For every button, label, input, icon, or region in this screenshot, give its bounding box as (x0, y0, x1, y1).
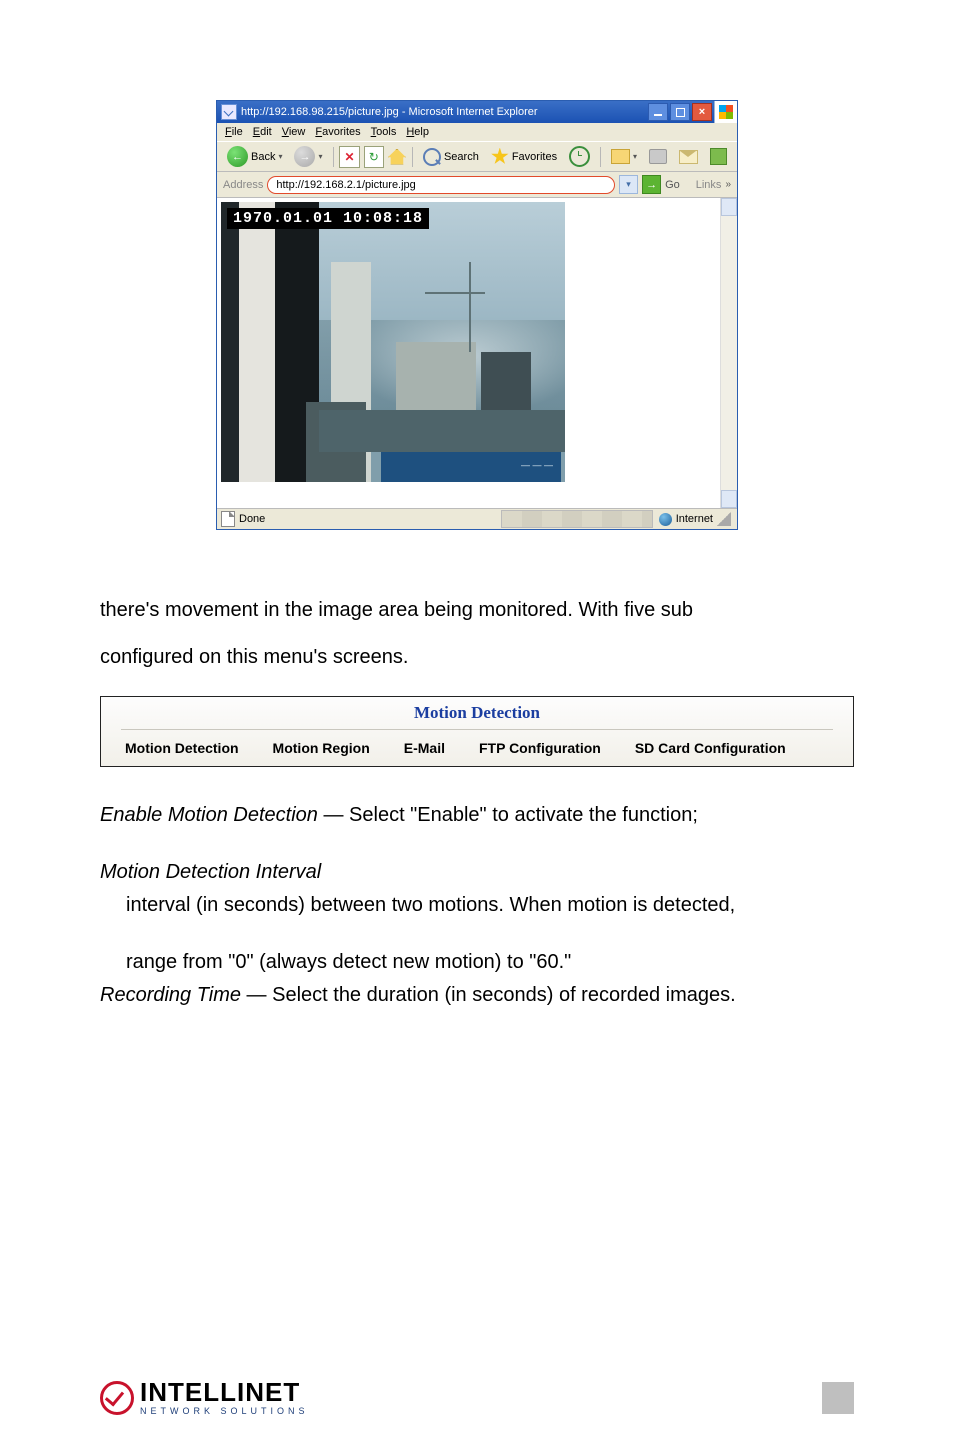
ie-statusbar: Done Internet (217, 508, 737, 529)
address-value: http://192.168.2.1/picture.jpg (276, 179, 415, 191)
globe-icon (659, 513, 672, 526)
go-button[interactable]: → (642, 175, 661, 194)
puzzle-icon (710, 148, 727, 165)
printer-icon (649, 149, 667, 164)
snapshot-timestamp: 1970.01.01 10:08:18 (227, 208, 429, 229)
window-close-button[interactable]: × (692, 103, 712, 121)
page-number-block (822, 1382, 854, 1414)
forward-button[interactable]: ▾ (290, 145, 326, 168)
paragraph: Enable Motion Detection — Select "Enable… (100, 795, 854, 836)
mail-icon (679, 150, 698, 164)
separator (600, 147, 601, 167)
tab-motion-detection[interactable]: Motion Detection (125, 740, 239, 756)
ie-title-text: http://192.168.98.215/picture.jpg - Micr… (241, 106, 648, 118)
home-icon (388, 149, 406, 165)
go-label: Go (665, 179, 680, 191)
logo-mark-icon (100, 1381, 134, 1415)
tab-ftp-configuration[interactable]: FTP Configuration (479, 740, 601, 756)
mail-button[interactable] (675, 149, 702, 165)
address-input[interactable]: http://192.168.2.1/picture.jpg (267, 176, 615, 194)
history-icon (569, 146, 590, 167)
folder-icon (611, 149, 630, 164)
panel-tabs: Motion Detection Motion Region E-Mail FT… (101, 730, 853, 766)
window-maximize-button[interactable] (670, 103, 690, 121)
status-zone: Internet (676, 513, 713, 525)
menu-tools[interactable]: Tools (371, 126, 397, 138)
panel-heading: Motion Detection (101, 697, 853, 725)
ie-menubar: File Edit View Favorites Tools Help (217, 123, 737, 141)
page-footer: INTELLINET NETWORK SOLUTIONS (0, 1379, 954, 1416)
separator (412, 147, 413, 167)
camera-snapshot: — — — 1970.01.01 10:08:18 (221, 202, 565, 482)
print-button[interactable] (645, 148, 671, 165)
address-label: Address (223, 179, 263, 191)
back-icon (227, 146, 248, 167)
ie-window: http://192.168.98.215/picture.jpg - Micr… (216, 100, 738, 530)
links-label: Links (696, 179, 722, 191)
forward-icon (294, 146, 315, 167)
ie-addressbar: Address http://192.168.2.1/picture.jpg ▾… (217, 172, 737, 198)
refresh-button[interactable]: ↻ (364, 146, 384, 168)
folders-button[interactable]: ▾ (607, 148, 641, 165)
history-button[interactable] (565, 145, 594, 168)
motion-detection-panel: Motion Detection Motion Detection Motion… (100, 696, 854, 767)
search-button[interactable]: Search (419, 147, 483, 167)
search-icon (423, 148, 441, 166)
chevron-down-icon: ▾ (278, 152, 282, 161)
brand-logo: INTELLINET NETWORK SOLUTIONS (100, 1379, 309, 1416)
menu-help[interactable]: Help (406, 126, 429, 138)
links-chevron-icon[interactable]: » (725, 179, 731, 190)
menu-file[interactable]: File (225, 126, 243, 138)
menu-view[interactable]: View (282, 126, 306, 138)
stop-button[interactable]: ✕ (339, 146, 359, 168)
star-icon (491, 148, 509, 166)
menu-edit[interactable]: Edit (253, 126, 272, 138)
paragraph: configured on this menu's screens. (100, 637, 854, 678)
resize-grip-icon (717, 512, 731, 526)
ie-brand-icon (714, 101, 737, 123)
logo-word: INTELLINET (140, 1379, 309, 1405)
status-done: Done (239, 513, 265, 525)
paragraph-block: Motion Detection Interval interval (in s… (100, 858, 854, 1010)
home-button[interactable] (388, 147, 406, 167)
favorites-button[interactable]: Favorites (487, 147, 561, 167)
ie-titlebar: http://192.168.98.215/picture.jpg - Micr… (217, 101, 714, 123)
page-icon (221, 511, 235, 527)
ie-app-icon (221, 104, 237, 120)
chevron-down-icon: ▾ (318, 152, 322, 161)
vertical-scrollbar[interactable] (720, 198, 737, 508)
tab-sd-card-configuration[interactable]: SD Card Configuration (635, 740, 786, 756)
menu-favorites[interactable]: Favorites (315, 126, 360, 138)
status-progress (501, 510, 653, 528)
ie-toolbar: Back ▾ ▾ ✕ ↻ Search Favorites ▾ (217, 141, 737, 172)
logo-subtitle: NETWORK SOLUTIONS (140, 1407, 309, 1416)
window-minimize-button[interactable] (648, 103, 668, 121)
tab-motion-region[interactable]: Motion Region (273, 740, 370, 756)
tab-email[interactable]: E-Mail (404, 740, 445, 756)
extras-button[interactable] (706, 147, 731, 166)
ie-viewport: — — — 1970.01.01 10:08:18 (217, 198, 737, 508)
separator (333, 147, 334, 167)
address-dropdown-button[interactable]: ▾ (619, 175, 638, 194)
paragraph: there's movement in the image area being… (100, 590, 854, 631)
back-button[interactable]: Back ▾ (223, 145, 286, 168)
